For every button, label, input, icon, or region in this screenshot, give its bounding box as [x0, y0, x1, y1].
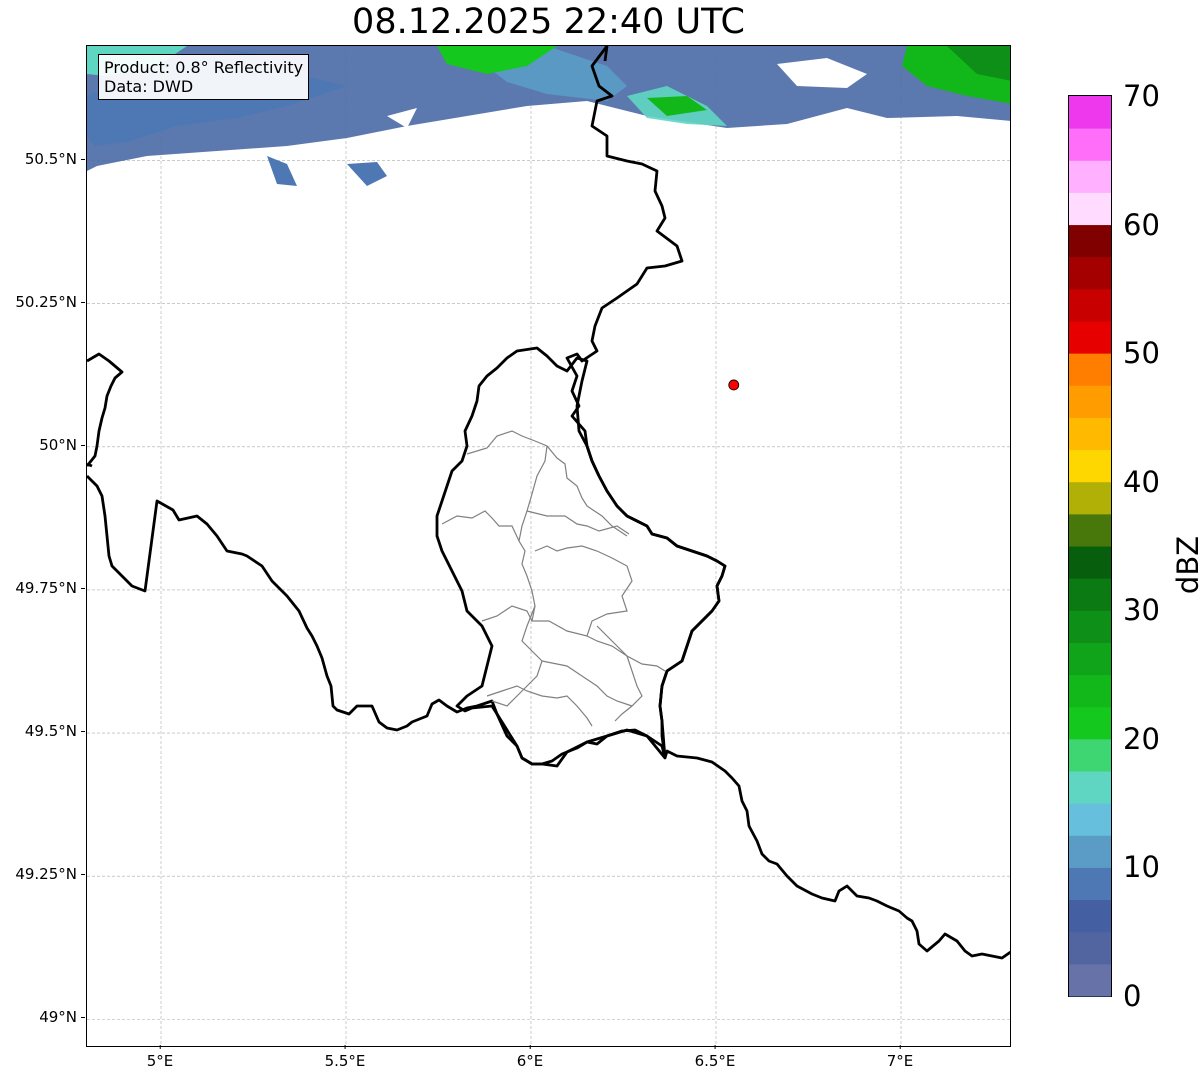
lon-tick-label: 6.5°E	[694, 1045, 736, 1070]
colorbar-swatch	[1069, 224, 1111, 258]
colorbar-swatch	[1069, 449, 1111, 483]
colorbar-swatch	[1069, 385, 1111, 418]
colorbar	[1068, 95, 1112, 997]
lat-tick-label: 49.75°N	[15, 578, 85, 597]
colorbar-tick-label: 50	[1123, 336, 1160, 371]
country-borders	[87, 46, 1010, 960]
colorbar-swatch	[1069, 642, 1111, 676]
colorbar-swatches	[1069, 96, 1111, 997]
colorbar-swatch	[1069, 674, 1111, 708]
colorbar-swatch	[1069, 899, 1111, 933]
lon-tick-label: 5.5°E	[324, 1045, 366, 1070]
colorbar-swatch	[1069, 610, 1111, 643]
colorbar-swatch	[1069, 321, 1111, 354]
colorbar-tick-label: 10	[1123, 850, 1160, 885]
lat-tick-label: 49°N	[39, 1008, 85, 1027]
colorbar-swatch	[1069, 160, 1111, 193]
colorbar-swatch	[1069, 128, 1111, 161]
product-info-box: Product: 0.8° Reflectivity Data: DWD	[98, 54, 310, 100]
colorbar-swatch	[1069, 417, 1111, 451]
canton-borders	[441, 430, 666, 727]
colorbar-swatch	[1069, 256, 1111, 290]
colorbar-swatch	[1069, 738, 1111, 772]
lat-tick-label: 49.25°N	[15, 865, 85, 884]
colorbar-swatch	[1069, 963, 1111, 997]
map-canvas	[87, 46, 1010, 1046]
lon-tick-label: 5°E	[146, 1045, 174, 1070]
colorbar-swatch	[1069, 867, 1111, 901]
colorbar-swatch	[1069, 192, 1111, 226]
colorbar-swatch	[1069, 96, 1111, 129]
lat-tick-label: 50.25°N	[15, 292, 85, 311]
colorbar-swatch	[1069, 513, 1111, 547]
lon-tick-label: 6°E	[516, 1045, 544, 1070]
colorbar-swatch	[1069, 578, 1111, 611]
radar-site-marker[interactable]	[728, 379, 740, 391]
colorbar-tick-label: 70	[1123, 79, 1160, 113]
colorbar-swatch	[1069, 706, 1111, 740]
data-source-label: Data: DWD	[104, 77, 194, 96]
colorbar-swatch	[1069, 771, 1111, 804]
colorbar-tick-label: 60	[1123, 207, 1160, 242]
lat-tick-label: 50°N	[39, 435, 85, 454]
map-title: 08.12.2025 22:40 UTC	[352, 2, 745, 42]
colorbar-tick-label: 20	[1123, 721, 1160, 756]
colorbar-swatch	[1069, 288, 1111, 322]
colorbar-swatch	[1069, 835, 1111, 868]
product-label: Product: 0.8° Reflectivity	[104, 58, 304, 77]
colorbar-swatch	[1069, 353, 1111, 386]
colorbar-swatch	[1069, 803, 1111, 836]
luxembourg-border	[435, 346, 727, 768]
lat-tick-label: 49.5°N	[24, 722, 86, 741]
radar-map[interactable]: Product: 0.8° Reflectivity Data: DWD	[86, 45, 1011, 1047]
colorbar-tick-label: 40	[1123, 464, 1160, 499]
colorbar-swatch	[1069, 546, 1111, 579]
lon-tick-label: 7°E	[886, 1045, 914, 1070]
colorbar-tick-label: 0	[1123, 979, 1142, 1013]
lat-tick-label: 50.5°N	[24, 149, 86, 168]
colorbar-swatch	[1069, 931, 1111, 965]
colorbar-label: dBZ	[1171, 535, 1202, 595]
colorbar-swatch	[1069, 481, 1111, 515]
colorbar-tick-label: 30	[1123, 593, 1160, 628]
